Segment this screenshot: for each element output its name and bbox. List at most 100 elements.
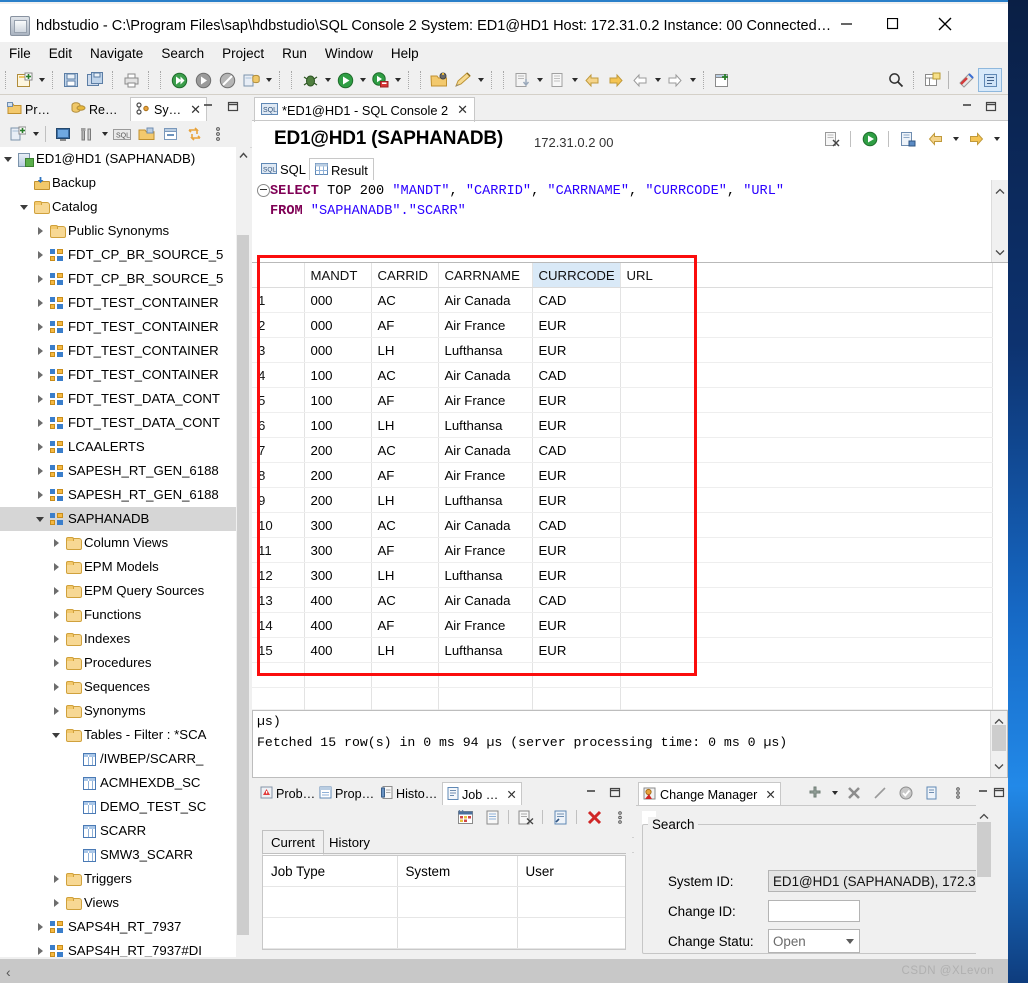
table-row[interactable]: 4 100 AC Air Canada CAD — [252, 362, 993, 388]
minimize-view-button[interactable] — [976, 786, 990, 800]
tree-item[interactable]: EPM Query Sources — [0, 579, 250, 603]
console-vertical-scrollbar[interactable] — [990, 711, 1007, 777]
import-dropdown[interactable] — [534, 69, 545, 91]
expand-arrow-icon[interactable] — [48, 867, 64, 891]
inner-tab-current[interactable]: Current — [262, 830, 324, 855]
view-menu-icon[interactable] — [947, 782, 969, 804]
tree-item[interactable]: FDT_CP_BR_SOURCE_5 — [0, 267, 250, 291]
execute-icon[interactable] — [859, 128, 881, 150]
prev-annotation-icon[interactable] — [581, 69, 603, 91]
maximize-view-button[interactable] — [226, 100, 240, 114]
expand-arrow-icon[interactable] — [48, 603, 64, 627]
expand-arrow-icon[interactable] — [32, 387, 48, 411]
jobs-table-container[interactable]: Job Type System User — [262, 855, 626, 950]
clear-log-icon[interactable] — [515, 806, 537, 828]
close-icon[interactable]: ✕ — [765, 787, 776, 802]
close-icon[interactable]: ✕ — [457, 102, 468, 118]
tree-item[interactable]: Views — [0, 891, 250, 915]
back-icon[interactable] — [924, 128, 946, 150]
tree-item[interactable]: ED1@HD1 (SAPHANADB) — [0, 147, 250, 171]
menu-item-run[interactable]: Run — [273, 42, 316, 66]
tree-scroll-thumb[interactable] — [237, 235, 249, 935]
new-dropdown[interactable] — [36, 69, 47, 91]
link-with-editor-icon[interactable] — [183, 123, 205, 145]
tree-item[interactable]: Triggers — [0, 867, 250, 891]
tree-item[interactable]: SCARR — [0, 819, 250, 843]
collapse-left-icon[interactable]: ‹ — [6, 964, 11, 980]
close-button[interactable] — [922, 4, 968, 44]
add-system-dropdown[interactable] — [30, 123, 41, 145]
schedule-job-icon[interactable] — [455, 806, 477, 828]
tools-dropdown[interactable] — [99, 123, 110, 145]
table-row[interactable]: 11 300 AF Air France EUR — [252, 537, 993, 563]
collapse-arrow-icon[interactable] — [0, 147, 16, 171]
expand-arrow-icon[interactable] — [32, 267, 48, 291]
back-dropdown[interactable] — [652, 69, 663, 91]
explain-plan-icon[interactable] — [897, 128, 919, 150]
expand-arrow-icon[interactable] — [32, 939, 48, 957]
back-icon[interactable] — [629, 69, 651, 91]
add-system-icon[interactable] — [7, 123, 29, 145]
expand-arrow-icon[interactable] — [32, 435, 48, 459]
menu-item-help[interactable]: Help — [382, 42, 428, 66]
add-dropdown[interactable] — [829, 782, 840, 804]
column-header-job-type[interactable]: Job Type — [263, 856, 398, 887]
fold-toggle-icon[interactable] — [257, 184, 270, 197]
add-icon[interactable] — [804, 782, 826, 804]
print-icon[interactable] — [120, 69, 142, 91]
expand-arrow-icon[interactable] — [32, 915, 48, 939]
tree-item[interactable]: FDT_TEST_DATA_CONT — [0, 411, 250, 435]
table-row[interactable]: 13 400 AC Air Canada CAD — [252, 587, 993, 613]
tab-systems[interactable]: Sy… ✕ — [130, 97, 207, 122]
tab-repositories[interactable]: Re… — [66, 98, 122, 121]
back-dropdown[interactable] — [950, 128, 961, 150]
minimize-editor-button[interactable] — [960, 100, 974, 114]
tree-vertical-scrollbar[interactable] — [236, 147, 250, 957]
expand-arrow-icon[interactable] — [48, 651, 64, 675]
new-console-icon[interactable] — [711, 69, 733, 91]
close-icon[interactable]: ✕ — [190, 102, 201, 118]
minimize-view-button[interactable] — [584, 786, 598, 800]
scroll-up-icon[interactable] — [236, 147, 250, 163]
menu-item-search[interactable]: Search — [152, 42, 213, 66]
table-row[interactable]: 9 200 LH Lufthansa EUR — [252, 487, 993, 513]
open-folder-icon[interactable] — [135, 123, 157, 145]
scroll-up-icon[interactable] — [995, 183, 1005, 198]
forward-icon[interactable] — [965, 128, 987, 150]
table-row[interactable]: 5 100 AF Air France EUR — [252, 387, 993, 413]
jobs-table-row[interactable] — [263, 917, 625, 949]
expand-arrow-icon[interactable] — [32, 459, 48, 483]
tree-item[interactable]: SAPESH_RT_GEN_6188 — [0, 483, 250, 507]
table-row[interactable]: 10 300 AC Air Canada CAD — [252, 512, 993, 538]
change-status-select[interactable]: Open — [768, 929, 860, 953]
tree-item[interactable]: EPM Models — [0, 555, 250, 579]
table-row[interactable]: 12 300 LH Lufthansa EUR — [252, 562, 993, 588]
expand-arrow-icon[interactable] — [48, 579, 64, 603]
tree-item[interactable]: Column Views — [0, 531, 250, 555]
run-forward-icon[interactable] — [168, 69, 190, 91]
run-sql-icon[interactable] — [369, 69, 391, 91]
tree-item[interactable]: Backup — [0, 171, 250, 195]
tree-item[interactable]: SAPESH_RT_GEN_6188 — [0, 459, 250, 483]
menu-item-navigate[interactable]: Navigate — [81, 42, 152, 66]
debug-dropdown[interactable] — [322, 69, 333, 91]
table-row[interactable] — [252, 662, 993, 688]
subtab-result[interactable]: Result — [309, 158, 374, 182]
pencil-dropdown[interactable] — [475, 69, 486, 91]
tree-item[interactable]: Tables - Filter : *SCA — [0, 723, 250, 747]
menu-item-window[interactable]: Window — [316, 42, 382, 66]
view-menu-icon[interactable] — [207, 123, 229, 145]
tab-project-explorer[interactable]: Pr… — [2, 98, 55, 121]
tree-item[interactable]: Procedures — [0, 651, 250, 675]
cancel-icon[interactable] — [216, 69, 238, 91]
tree-item[interactable]: FDT_TEST_CONTAINER — [0, 339, 250, 363]
job-details-icon[interactable] — [549, 806, 571, 828]
expand-arrow-icon[interactable] — [48, 555, 64, 579]
collapse-arrow-icon[interactable] — [32, 507, 48, 531]
scroll-down-icon[interactable] — [994, 759, 1004, 774]
open-folder-icon[interactable] — [428, 69, 450, 91]
tab-history[interactable]: Histo… — [377, 783, 441, 805]
new-perspective-icon[interactable] — [921, 69, 943, 91]
collapse-arrow-icon[interactable] — [16, 195, 32, 219]
add-system-icon[interactable] — [240, 69, 262, 91]
